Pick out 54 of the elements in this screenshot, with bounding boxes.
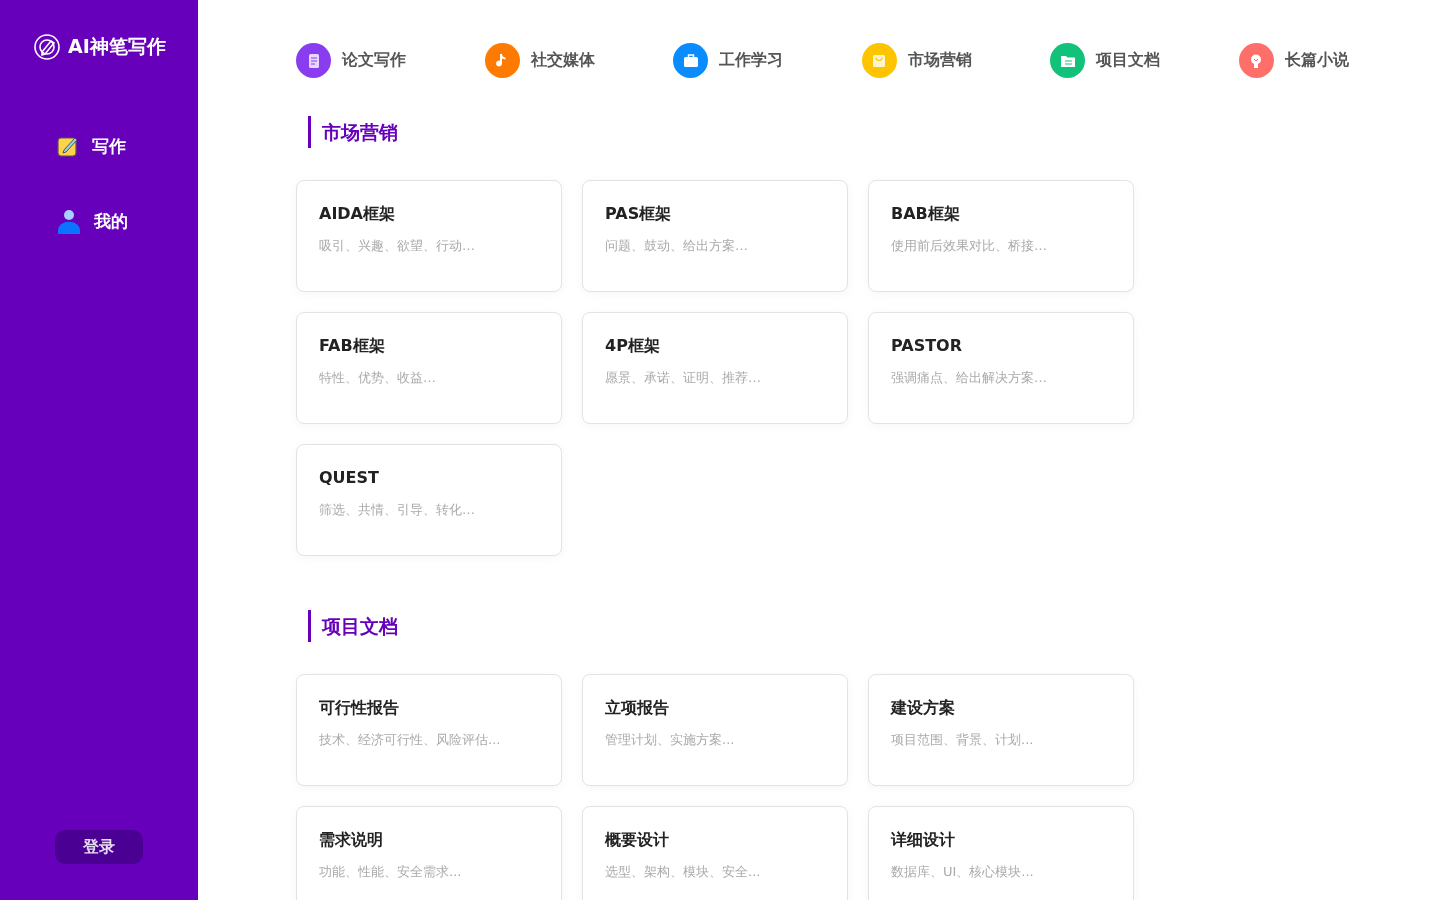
card-description: 愿景、承诺、证明、推荐…: [605, 369, 762, 387]
card-description: 问题、鼓动、给出方案…: [605, 237, 749, 255]
card-title: 立项报告: [605, 697, 670, 719]
card-title: 详细设计: [891, 829, 956, 851]
notepad-pencil-icon: [56, 134, 80, 158]
category-tab[interactable]: 论文写作: [296, 43, 485, 78]
card-description: 强调痛点、给出解决方案…: [891, 369, 1048, 387]
category-tab[interactable]: 市场营销: [861, 43, 1051, 78]
template-card[interactable]: 需求说明 功能、性能、安全需求...: [296, 806, 562, 900]
card-title: 建设方案: [891, 697, 956, 719]
pen-logo-icon: [32, 32, 63, 62]
card-description: 功能、性能、安全需求...: [319, 863, 463, 881]
card-title: PAS框架: [605, 203, 673, 225]
card-description: 技术、经济可行性、风险评估...: [319, 731, 502, 749]
template-card[interactable]: FAB框架 特性、优势、收益…: [296, 312, 562, 424]
card-title: 4P框架: [605, 335, 661, 357]
card-description: 使用前后效果对比、桥接…: [891, 237, 1048, 255]
template-card[interactable]: PASTOR 强调痛点、给出解决方案…: [868, 312, 1134, 424]
nav-item[interactable]: 写作: [56, 134, 198, 158]
card-title: FAB框架: [319, 335, 386, 357]
person-icon: [56, 208, 82, 234]
card-description: 数据库、UI、核心模块...: [891, 863, 1035, 881]
template-card[interactable]: 立项报告 管理计划、实施方案...: [582, 674, 848, 786]
section-title: 市场营销: [308, 116, 1440, 148]
card-description: 特性、优势、收益…: [319, 369, 437, 387]
card-description: 项目范围、背景、计划...: [891, 731, 1035, 749]
template-card[interactable]: QUEST 筛选、共情、引导、转化…: [296, 444, 562, 556]
template-card[interactable]: 4P框架 愿景、承诺、证明、推荐…: [582, 312, 848, 424]
card-title: PASTOR: [891, 335, 963, 357]
section-title: 项目文档: [308, 610, 1440, 642]
template-card[interactable]: AIDA框架 吸引、兴趣、欲望、行动…: [296, 180, 562, 292]
template-card[interactable]: 详细设计 数据库、UI、核心模块...: [868, 806, 1134, 900]
template-card[interactable]: 可行性报告 技术、经济可行性、风险评估...: [296, 674, 562, 786]
login-button[interactable]: 登录: [55, 830, 143, 864]
template-card[interactable]: BAB框架 使用前后效果对比、桥接…: [868, 180, 1134, 292]
nav-item[interactable]: 我的: [56, 208, 198, 234]
category-tab[interactable]: 工作学习: [673, 43, 862, 78]
category-tab[interactable]: 长篇小说: [1238, 43, 1428, 78]
card-description: 管理计划、实施方案...: [605, 731, 736, 749]
category-tab[interactable]: 社交媒体: [484, 43, 674, 78]
card-title: 概要设计: [605, 829, 670, 851]
template-card[interactable]: PAS框架 问题、鼓动、给出方案…: [582, 180, 848, 292]
card-title: QUEST: [319, 467, 380, 489]
card-description: 吸引、兴趣、欲望、行动…: [319, 237, 476, 255]
card-title: BAB框架: [891, 203, 961, 225]
card-description: 筛选、共情、引导、转化…: [319, 501, 476, 519]
card-title: AIDA框架: [319, 203, 396, 225]
app-logo-text: AI神笔写作: [68, 34, 166, 59]
card-description: 选型、架构、模块、安全...: [605, 863, 762, 881]
template-card[interactable]: 建设方案 项目范围、背景、计划...: [868, 674, 1134, 786]
category-tab[interactable]: 项目文档: [1050, 43, 1239, 78]
template-card[interactable]: 概要设计 选型、架构、模块、安全...: [582, 806, 848, 900]
card-title: 需求说明: [319, 829, 384, 851]
card-title: 可行性报告: [319, 697, 400, 719]
